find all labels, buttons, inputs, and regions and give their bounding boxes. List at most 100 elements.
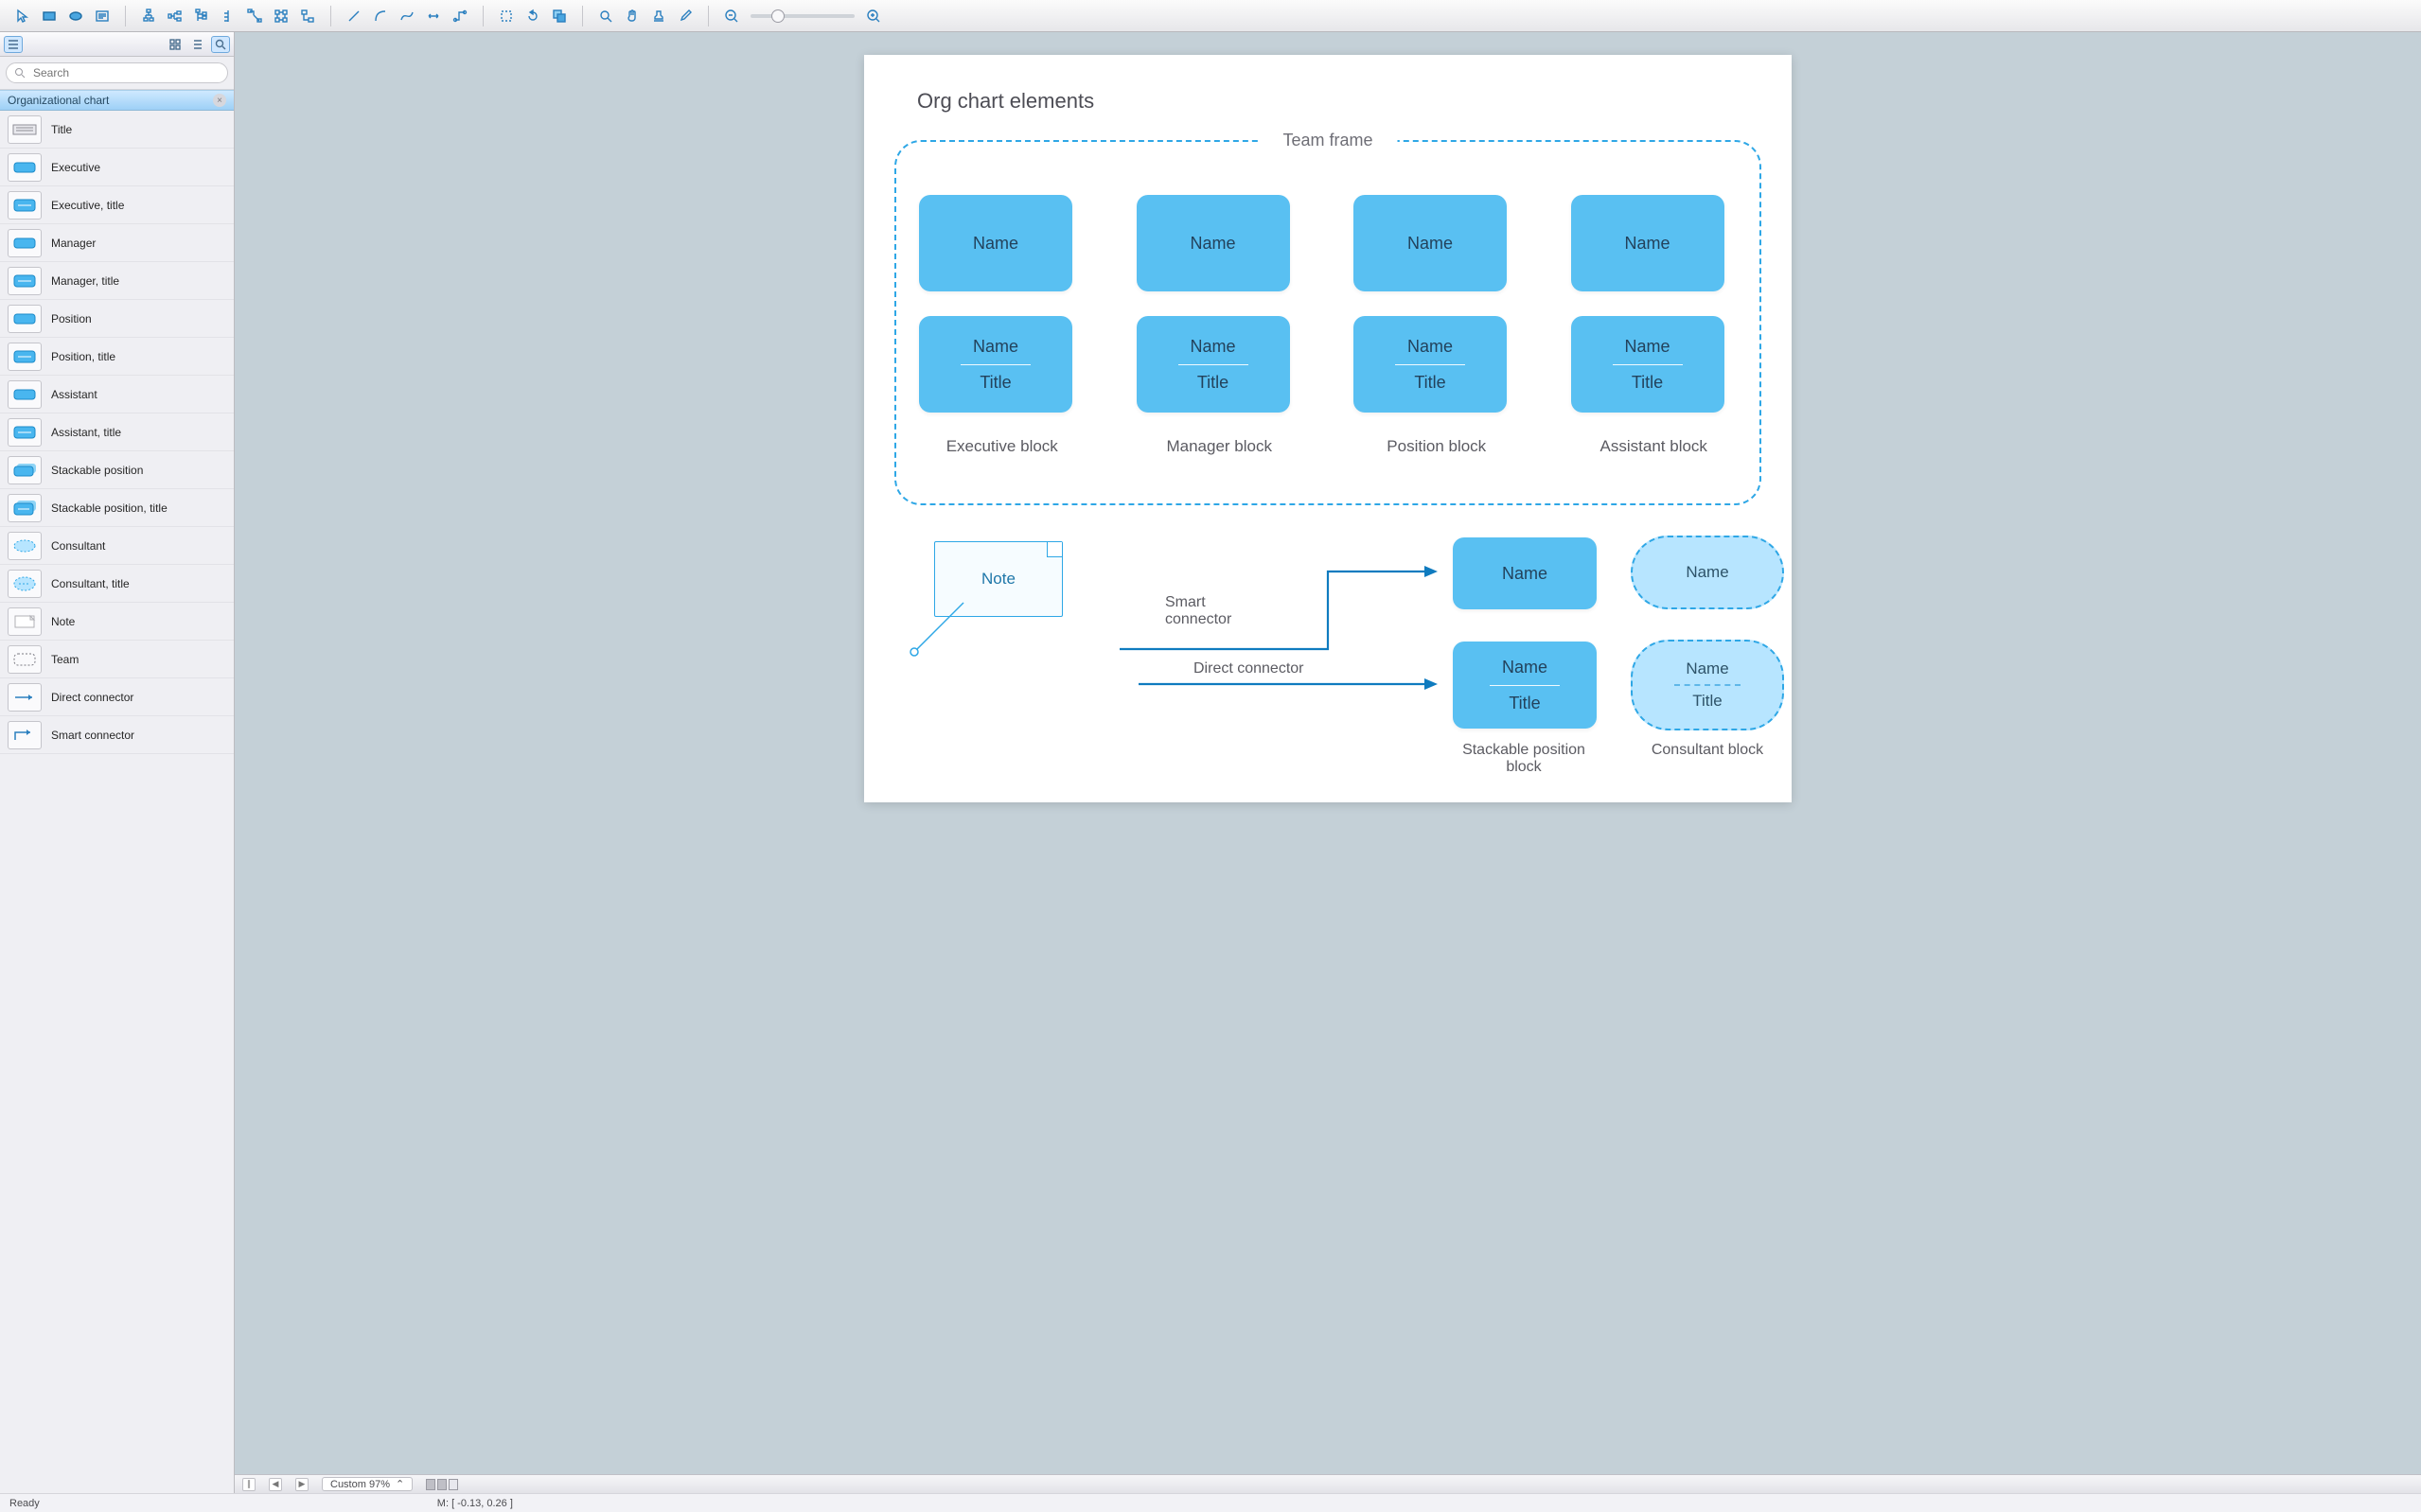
mouse-coords: M: [ -0.13, 0.26 ] xyxy=(437,1498,513,1509)
position-block-title[interactable]: NameTitle xyxy=(1353,316,1507,413)
team-frame[interactable]: Team frame Name Name Name Name NameTitle… xyxy=(894,140,1761,505)
tree-grid-icon[interactable] xyxy=(270,6,292,26)
canvas-stage[interactable]: Org chart elements Team frame Name Name … xyxy=(235,32,2421,1474)
shape-position-title[interactable]: Position, title xyxy=(0,338,234,376)
drawing-page[interactable]: Org chart elements Team frame Name Name … xyxy=(864,55,1792,802)
tree-branch-icon[interactable] xyxy=(243,6,266,26)
page-prev-icon[interactable]: ◀ xyxy=(269,1478,282,1491)
spline-icon[interactable] xyxy=(396,6,418,26)
manager-block[interactable]: Name xyxy=(1137,195,1290,291)
status-bar: Ready M: [ -0.13, 0.26 ] xyxy=(0,1493,2421,1512)
note-leader-icon xyxy=(907,597,969,659)
page-title: Org chart elements xyxy=(917,89,1094,114)
tree-vertical-icon[interactable] xyxy=(217,6,239,26)
stage-wrap: Org chart elements Team frame Name Name … xyxy=(235,32,2421,1493)
top-toolbar xyxy=(0,0,2421,32)
sidebar-header xyxy=(0,32,234,57)
panel-title: Organizational chart xyxy=(8,94,109,107)
routing-icon[interactable] xyxy=(449,6,471,26)
rect-shape-icon[interactable] xyxy=(38,6,61,26)
tree-down-icon[interactable] xyxy=(137,6,160,26)
pointer-icon[interactable] xyxy=(11,6,34,26)
shape-assistant-title[interactable]: Assistant, title xyxy=(0,413,234,451)
assistant-block-title[interactable]: NameTitle xyxy=(1571,316,1724,413)
close-panel-icon[interactable]: × xyxy=(213,94,226,107)
double-arrow-icon[interactable] xyxy=(422,6,445,26)
executive-block-title[interactable]: NameTitle xyxy=(919,316,1072,413)
direct-connector-label: Direct connector xyxy=(1193,660,1304,677)
zoom-readout[interactable]: Custom 97%⌃ xyxy=(322,1477,413,1491)
stamp-icon[interactable] xyxy=(647,6,670,26)
toolbar-group-zoomtools xyxy=(589,6,702,26)
shape-stackable[interactable]: Stackable position xyxy=(0,451,234,489)
status-ready: Ready xyxy=(9,1498,40,1509)
page-thumbs[interactable] xyxy=(426,1479,458,1490)
search-input[interactable] xyxy=(6,62,228,83)
col-label-position: Position block xyxy=(1353,437,1520,456)
stackable-name-block[interactable]: Name xyxy=(1453,537,1597,609)
sidebar: Organizational chart × Title Executive E… xyxy=(0,32,235,1493)
shape-executive-title[interactable]: Executive, title xyxy=(0,186,234,224)
position-block[interactable]: Name xyxy=(1353,195,1507,291)
shape-assistant[interactable]: Assistant xyxy=(0,376,234,413)
list-view-icon[interactable] xyxy=(188,36,207,53)
hand-pan-icon[interactable] xyxy=(621,6,644,26)
under-label-consultant: Consultant block xyxy=(1627,742,1788,759)
shape-consultant-title[interactable]: Consultant, title xyxy=(0,565,234,603)
resize-icon[interactable] xyxy=(495,6,518,26)
shape-smart-connector[interactable]: Smart connector xyxy=(0,716,234,754)
smart-connector-label: Smart connector xyxy=(1165,594,1260,628)
toolbar-group-tree xyxy=(132,6,325,26)
zoom-slider[interactable] xyxy=(751,14,855,18)
text-box-icon[interactable] xyxy=(91,6,114,26)
panel-header[interactable]: Organizational chart × xyxy=(0,90,234,111)
toolbar-group-edit xyxy=(489,6,576,26)
shape-team[interactable]: Team xyxy=(0,641,234,678)
page-next-icon[interactable]: ▶ xyxy=(295,1478,309,1491)
assistant-block[interactable]: Name xyxy=(1571,195,1724,291)
shape-direct-connector[interactable]: Direct connector xyxy=(0,678,234,716)
direct-connector[interactable] xyxy=(1139,675,1441,694)
zoom-out-icon[interactable] xyxy=(720,6,743,26)
manager-block-title[interactable]: NameTitle xyxy=(1137,316,1290,413)
shape-note[interactable]: Note xyxy=(0,603,234,641)
consultant-name-title-pill[interactable]: Name Title xyxy=(1631,640,1784,730)
shape-stackable-title[interactable]: Stackable position, title xyxy=(0,489,234,527)
note-shape[interactable]: Note xyxy=(934,541,1063,617)
arc-icon[interactable] xyxy=(369,6,392,26)
lower-examples: Note Smart connector xyxy=(911,528,1763,812)
zoom-in-icon[interactable] xyxy=(862,6,885,26)
consultant-name-pill[interactable]: Name xyxy=(1631,536,1784,609)
shape-manager[interactable]: Manager xyxy=(0,224,234,262)
main-split: Organizational chart × Title Executive E… xyxy=(0,32,2421,1493)
grid-view-icon[interactable] xyxy=(166,36,185,53)
shape-position[interactable]: Position xyxy=(0,300,234,338)
col-label-assistant: Assistant block xyxy=(1571,437,1738,456)
page-pause-icon[interactable]: ∥ xyxy=(242,1478,256,1491)
team-frame-label: Team frame xyxy=(1258,131,1397,150)
search-view-icon[interactable] xyxy=(211,36,230,53)
eyedropper-icon[interactable] xyxy=(674,6,697,26)
executive-block[interactable]: Name xyxy=(919,195,1072,291)
shape-manager-title[interactable]: Manager, title xyxy=(0,262,234,300)
tree-step-icon[interactable] xyxy=(190,6,213,26)
ellipse-shape-icon[interactable] xyxy=(64,6,87,26)
shape-list: Title Executive Executive, title Manager… xyxy=(0,111,234,1493)
shape-executive[interactable]: Executive xyxy=(0,149,234,186)
tree-right-icon[interactable] xyxy=(164,6,186,26)
rotate-icon[interactable] xyxy=(521,6,544,26)
library-view-icon[interactable] xyxy=(4,36,23,53)
zoom-fit-icon[interactable] xyxy=(594,6,617,26)
group-icon[interactable] xyxy=(548,6,571,26)
shape-consultant[interactable]: Consultant xyxy=(0,527,234,565)
shape-title[interactable]: Title xyxy=(0,111,234,149)
stackable-name-title-block[interactable]: NameTitle xyxy=(1453,642,1597,729)
tree-add-icon[interactable] xyxy=(296,6,319,26)
toolbar-group-zoom xyxy=(715,6,891,26)
toolbar-group-select xyxy=(6,6,119,26)
search-field[interactable] xyxy=(31,65,220,80)
toolbar-group-connector xyxy=(337,6,477,26)
under-label-stackable: Stackable position block xyxy=(1443,742,1604,776)
line-icon[interactable] xyxy=(343,6,365,26)
bottom-bar: ∥ ◀ ▶ Custom 97%⌃ xyxy=(235,1474,2421,1493)
